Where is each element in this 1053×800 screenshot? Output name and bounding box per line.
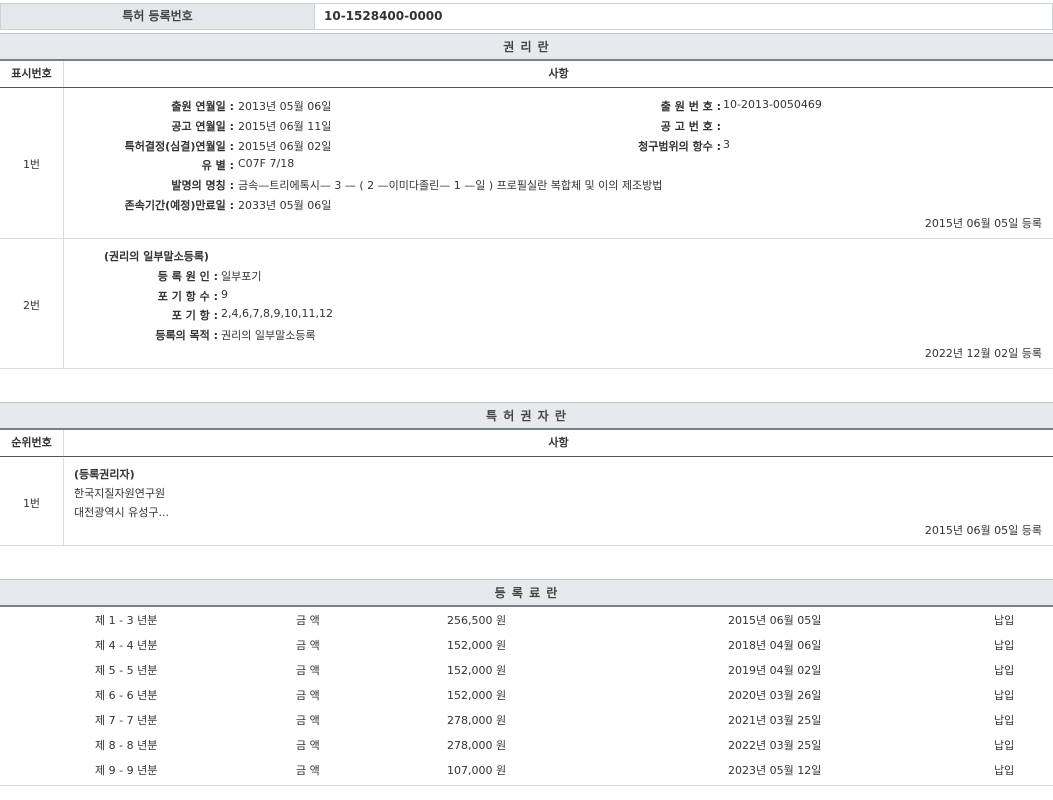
purpose-label: 등록의 목적 : xyxy=(155,327,218,343)
holder-section-title: 특 허 권 자 란 xyxy=(0,402,1053,430)
invention-title-label: 발명의 명칭 : xyxy=(171,177,234,193)
fee-amount-label: 금 액 xyxy=(296,662,320,678)
fee-status: 납입 xyxy=(994,612,1014,628)
fee-period: 제 1 - 3 년분 xyxy=(95,612,157,628)
fee-status: 납입 xyxy=(994,637,1014,653)
publication-no-label: 공 고 번 호 : xyxy=(661,118,721,134)
fee-row: 제 4 - 4 년분 금 액 152,000 원 2018년 04월 06일 납입 xyxy=(0,632,1053,657)
decision-date-label: 특허결정(심결)연월일 : xyxy=(125,138,234,154)
fee-amount: 152,000 원 xyxy=(447,662,506,678)
col-content: 사항 xyxy=(64,61,1053,87)
fee-status: 납입 xyxy=(994,662,1014,678)
registration-date: 2015년 06월 05일 등록 xyxy=(925,522,1042,538)
fee-amount-label: 금 액 xyxy=(296,687,320,703)
fee-row: 제 7 - 7 년분 금 액 278,000 원 2021년 03월 25일 납입 xyxy=(0,707,1053,732)
application-no-value: 10-2013-0050469 xyxy=(723,98,822,111)
cause-value: 일부포기 xyxy=(221,268,261,284)
fee-amount-label: 금 액 xyxy=(296,612,320,628)
fee-amount: 278,000 원 xyxy=(447,737,506,753)
decision-date-value: 2015년 06월 02일 xyxy=(238,138,331,154)
fee-row: 제 9 - 9 년분 금 액 107,000 원 2023년 05월 12일 납입 xyxy=(0,757,1053,782)
fee-row: 제 8 - 8 년분 금 액 278,000 원 2022년 03월 25일 납입 xyxy=(0,732,1053,757)
rights-section-title: 권 리 란 xyxy=(0,33,1053,61)
fee-amount: 152,000 원 xyxy=(447,637,506,653)
registration-date: 2022년 12월 02일 등록 xyxy=(925,345,1042,361)
fee-paid-date: 2020년 03월 26일 xyxy=(728,687,821,703)
fee-status: 납입 xyxy=(994,712,1014,728)
entry-number: 1번 xyxy=(0,156,63,172)
fee-status: 납입 xyxy=(994,762,1014,778)
expiry-value: 2033년 05월 06일 xyxy=(238,197,331,213)
claims-label: 청구범위의 항수 : xyxy=(638,138,721,154)
fee-paid-date: 2018년 04월 06일 xyxy=(728,637,821,653)
fee-row: 제 1 - 3 년분 금 액 256,500 원 2015년 06월 05일 납입 xyxy=(0,607,1053,632)
waived-claims-value: 2,4,6,7,8,9,10,11,12 xyxy=(221,307,333,320)
col-content: 사항 xyxy=(64,430,1053,456)
fee-amount: 256,500 원 xyxy=(447,612,506,628)
fee-status: 납입 xyxy=(994,737,1014,753)
fee-section-title: 등 록 료 란 xyxy=(0,579,1053,607)
fee-amount-label: 금 액 xyxy=(296,737,320,753)
fee-paid-date: 2023년 05월 12일 xyxy=(728,762,821,778)
rights-entry-1: 1번 출원 연월일 : 2013년 05월 06일 출 원 번 호 : 10-2… xyxy=(0,88,1053,239)
registration-number-row: 특허 등록번호 10-1528400-0000 xyxy=(0,3,1053,30)
classification-label: 유 별 : xyxy=(202,157,234,173)
fee-row: 제 6 - 6 년분 금 액 152,000 원 2020년 03월 26일 납입 xyxy=(0,682,1053,707)
fee-amount-label: 금 액 xyxy=(296,712,320,728)
fee-status: 납입 xyxy=(994,687,1014,703)
fee-amount-label: 금 액 xyxy=(296,637,320,653)
fee-paid-date: 2015년 06월 05일 xyxy=(728,612,821,628)
publication-date-value: 2015년 06월 11일 xyxy=(238,118,331,134)
fee-period: 제 7 - 7 년분 xyxy=(95,712,157,728)
fee-amount-label: 금 액 xyxy=(296,762,320,778)
fee-paid-date: 2022년 03월 25일 xyxy=(728,737,821,753)
holder-heading: (등록권리자) xyxy=(74,466,135,482)
registration-number-value: 10-1528400-0000 xyxy=(324,4,443,29)
fee-amount: 107,000 원 xyxy=(447,762,506,778)
expiry-label: 존속기간(예정)만료일 : xyxy=(125,197,234,213)
fee-table-bottom-divider xyxy=(0,785,1053,786)
rights-entry-2: 2번 (권리의 일부말소등록) 등 록 원 인 : 일부포기 포 기 항 수 :… xyxy=(0,239,1053,369)
fee-amount: 152,000 원 xyxy=(447,687,506,703)
holder-column-header: 순위번호 사항 xyxy=(0,430,1053,457)
waived-claims-label: 포 기 항 : xyxy=(172,307,218,323)
entry-number: 1번 xyxy=(0,495,63,511)
col-rank-number: 순위번호 xyxy=(0,430,64,456)
registration-number-label: 특허 등록번호 xyxy=(1,4,315,29)
fee-period: 제 4 - 4 년분 xyxy=(95,637,157,653)
filing-date-value: 2013년 05월 06일 xyxy=(238,98,331,114)
registration-date: 2015년 06월 05일 등록 xyxy=(925,215,1042,231)
rights-column-header: 표시번호 사항 xyxy=(0,61,1053,88)
waived-count-label: 포 기 항 수 : xyxy=(158,288,218,304)
invention-title-value: 금속—트리에톡시— 3 — ( 2 —이미다졸린— 1 —일 ) 프로필실란 복… xyxy=(238,177,662,193)
fee-amount: 278,000 원 xyxy=(447,712,506,728)
claims-value: 3 xyxy=(723,138,730,151)
publication-date-label: 공고 연월일 : xyxy=(171,118,234,134)
application-no-label: 출 원 번 호 : xyxy=(661,98,721,114)
fee-paid-date: 2021년 03월 25일 xyxy=(728,712,821,728)
fee-period: 제 9 - 9 년분 xyxy=(95,762,157,778)
fee-period: 제 6 - 6 년분 xyxy=(95,687,157,703)
filing-date-label: 출원 연월일 : xyxy=(171,98,234,114)
fee-period: 제 5 - 5 년분 xyxy=(95,662,157,678)
holder-address: 대전광역시 유성구... xyxy=(74,504,169,520)
fee-period: 제 8 - 8 년분 xyxy=(95,737,157,753)
purpose-value: 권리의 일부말소등록 xyxy=(221,327,316,343)
holder-entry-1: 1번 (등록권리자) 한국지질자원연구원 대전광역시 유성구... 2015년 … xyxy=(0,458,1053,546)
classification-value: C07F 7/18 xyxy=(238,157,294,170)
entry-heading: (권리의 일부말소등록) xyxy=(104,248,209,264)
fee-paid-date: 2019년 04월 02일 xyxy=(728,662,821,678)
cause-label: 등 록 원 인 : xyxy=(158,268,218,284)
holder-name: 한국지질자원연구원 xyxy=(74,485,165,501)
fee-row: 제 5 - 5 년분 금 액 152,000 원 2019년 04월 02일 납입 xyxy=(0,657,1053,682)
entry-number: 2번 xyxy=(0,297,63,313)
col-display-number: 표시번호 xyxy=(0,61,64,87)
waived-count-value: 9 xyxy=(221,288,228,301)
